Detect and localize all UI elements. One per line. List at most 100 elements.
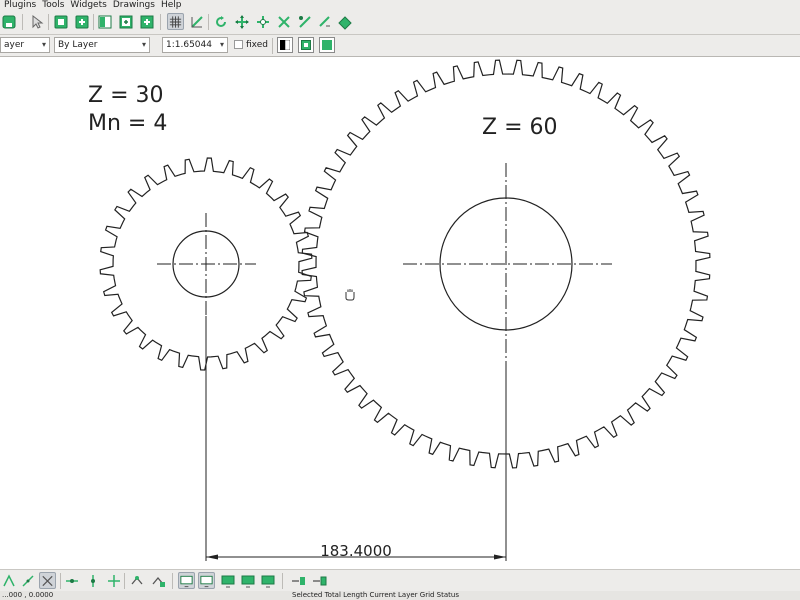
move-button[interactable] [233, 13, 250, 30]
paste-button[interactable] [73, 13, 90, 30]
lock-icon [152, 576, 165, 587]
toolbar-separator [60, 573, 61, 589]
view-button-5[interactable] [259, 572, 276, 589]
move-copy-icon [256, 15, 269, 28]
copy-icon [54, 15, 67, 28]
restrict-horizontal-button[interactable] [63, 572, 80, 589]
snap-previous-button[interactable] [289, 572, 306, 589]
annotation-teeth-small[interactable]: Z = 30 [88, 83, 164, 108]
relative-zero-button[interactable] [128, 572, 145, 589]
monitor-icon [221, 575, 234, 587]
layer-combobox[interactable]: ayer ▾ [0, 37, 50, 53]
main-toolbar [0, 10, 800, 35]
view-button-1[interactable] [178, 572, 195, 589]
restrict-vertical-icon [90, 574, 95, 587]
toolbar-separator [272, 38, 273, 54]
chevron-down-icon: ▾ [41, 40, 46, 49]
fixed-label: fixed [246, 40, 268, 50]
save-button[interactable] [0, 13, 17, 30]
properties-icon [337, 15, 352, 30]
toolbar-separator [160, 14, 161, 30]
mirror-icon [298, 15, 311, 28]
toolbar-separator [93, 14, 94, 30]
monitor-icon [200, 575, 213, 587]
linetype-combobox-value: By Layer [58, 40, 98, 50]
annotation-teeth-large[interactable]: Z = 60 [482, 115, 558, 140]
monitor-icon [261, 575, 274, 587]
dimension-value[interactable]: 183.4000 [320, 542, 392, 560]
menu-widgets[interactable]: Widgets [70, 0, 106, 10]
lock-relative-zero-button[interactable] [149, 572, 166, 589]
library-button[interactable] [96, 13, 113, 30]
arrow-left-icon [291, 576, 305, 585]
dimension-arrow-left [206, 554, 218, 560]
hand-cursor-icon [345, 289, 355, 301]
fixed-checkbox[interactable] [234, 40, 243, 49]
trim-icon [318, 15, 330, 27]
snap-grid-icon [21, 574, 34, 587]
snap-free-icon [2, 573, 15, 586]
menu-tools[interactable]: Tools [42, 0, 64, 10]
save-icon [2, 15, 15, 28]
select-button[interactable] [28, 13, 45, 30]
options-toolbar: ayer ▾ By Layer ▾ 1:1.65044 ▾ fixed [0, 35, 800, 57]
restrict-orthogonal-button[interactable] [105, 572, 122, 589]
dimension-arrow-right [494, 554, 506, 560]
scale-button[interactable] [275, 13, 292, 30]
fill-color-button[interactable] [319, 37, 335, 53]
view-button-4[interactable] [239, 572, 256, 589]
add-block-button[interactable] [138, 13, 155, 30]
pen-color-button[interactable] [298, 37, 314, 53]
toolbar-separator [172, 573, 173, 589]
scale-icon [277, 15, 290, 28]
view-button-3[interactable] [219, 572, 236, 589]
snap-icon [190, 15, 203, 28]
snap-next-button[interactable] [310, 572, 327, 589]
scale-combobox[interactable]: 1:1.65044 ▾ [162, 37, 228, 53]
mirror-button[interactable] [296, 13, 313, 30]
copy-button[interactable] [52, 13, 69, 30]
restrict-horizontal-icon [65, 578, 78, 583]
chevron-down-icon: ▾ [141, 40, 146, 49]
monitor-icon [241, 575, 254, 587]
status-bar: ...000 , 0.0000 Selected Total Length Cu… [0, 591, 800, 600]
rotate-button[interactable] [212, 13, 229, 30]
properties-button[interactable] [336, 13, 353, 30]
toolbar-separator [208, 14, 209, 30]
menu-drawings[interactable]: Drawings [113, 0, 155, 10]
drawing-svg[interactable]: Z = 30 Mn = 4 Z = 60 183.4000 [0, 57, 800, 569]
menu-bar: Plugins Tools Widgets Drawings Help [0, 0, 800, 10]
new-window-button[interactable] [117, 13, 134, 30]
scale-combobox-value: 1:1.65044 [166, 40, 212, 50]
toolbar-separator [282, 573, 283, 589]
color-frame-icon [301, 40, 311, 50]
menu-plugins[interactable]: Plugins [4, 0, 36, 10]
grid-toggle-button[interactable] [167, 13, 184, 30]
black-white-icon [280, 40, 290, 50]
restrict-orthogonal-icon [107, 574, 120, 587]
add-block-icon [140, 15, 153, 28]
drawing-canvas[interactable]: Z = 30 Mn = 4 Z = 60 183.4000 [0, 57, 800, 569]
snap-button[interactable] [188, 13, 205, 30]
library-icon [98, 15, 111, 28]
toolbar-separator [124, 573, 125, 589]
relative-zero-icon [131, 575, 142, 584]
snap-grid-button[interactable] [19, 572, 36, 589]
snap-toolbar [0, 569, 800, 592]
snap-free-button[interactable] [0, 572, 17, 589]
move-copy-button[interactable] [254, 13, 271, 30]
linetype-combobox[interactable]: By Layer ▾ [54, 37, 150, 53]
trim-button[interactable] [316, 13, 333, 30]
grid-icon [169, 15, 182, 28]
view-button-2[interactable] [198, 572, 215, 589]
menu-help[interactable]: Help [161, 0, 182, 10]
snap-intersection-button[interactable] [39, 572, 56, 589]
bw-color-button[interactable] [277, 37, 293, 53]
layer-combobox-value: ayer [4, 40, 25, 50]
status-info: Selected Total Length Current Layer Grid… [292, 591, 459, 599]
restrict-vertical-button[interactable] [84, 572, 101, 589]
rotate-icon [215, 15, 226, 27]
intersection-icon [42, 575, 53, 586]
annotation-module[interactable]: Mn = 4 [88, 111, 167, 136]
move-icon [234, 14, 249, 29]
